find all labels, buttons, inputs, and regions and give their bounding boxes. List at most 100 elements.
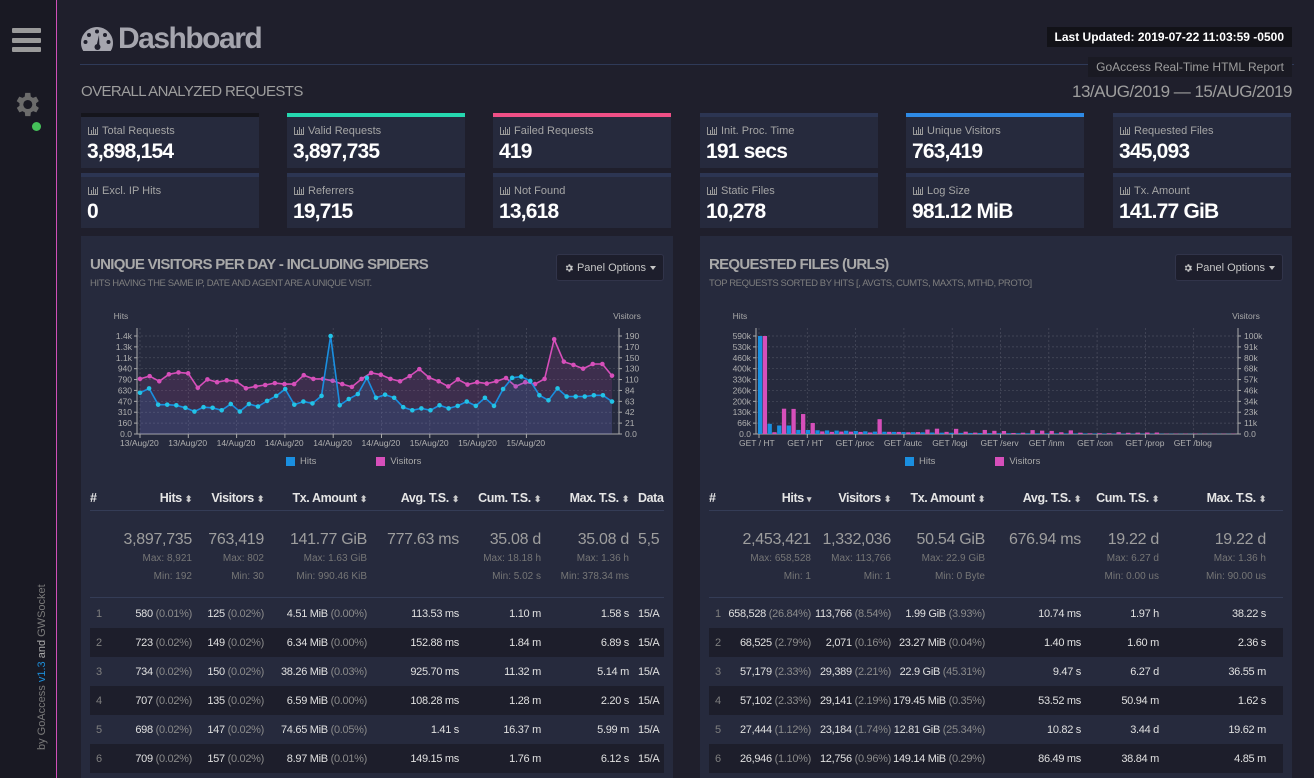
table-row[interactable]: 6 26,946 (1.10%) 12,756 (0.96%) 149.14 MiB …	[709, 744, 1283, 773]
cell-percent: (0.16%)	[854, 637, 892, 649]
bar-visitors	[1087, 433, 1093, 434]
data-point-visitors	[282, 381, 287, 387]
cell-tx: 6.59 MiB (0.00%)	[287, 695, 368, 707]
cell-value: 23.27 MiB	[898, 637, 946, 649]
bar-visitors	[858, 431, 863, 434]
bar-chart-icon	[1120, 187, 1130, 195]
legend-item-visitors[interactable]: Visitors	[995, 456, 1040, 467]
legend-item-visitors[interactable]: Visitors	[376, 456, 421, 467]
gwsocket-link[interactable]: GWSocket	[36, 584, 48, 637]
cell-visitors: 147 (0.02%)	[207, 724, 264, 736]
metric-label-text: Static Files	[721, 185, 775, 197]
hamburger-menu-icon[interactable]	[12, 28, 41, 52]
data-point-visitors	[176, 370, 181, 375]
y-tick-label: 470	[118, 396, 132, 406]
column-header-tx[interactable]: Tx. Amount ⬍	[292, 491, 367, 505]
metric-label-text: Log Size	[927, 185, 970, 197]
table-header: # Hits ⬍ Visitors ⬍ Tx. Amount ⬍ Avg. T.S. …	[90, 481, 664, 511]
cell-cum: 1.28 m	[509, 695, 541, 707]
column-header-max[interactable]: Max. T.S. ⬍	[1207, 491, 1267, 505]
table-row[interactable]: 3 57,179 (2.33%) 29,389 (2.21%) 22.9 GiB (4…	[709, 657, 1283, 686]
metric-label: Requested Files	[1120, 125, 1214, 137]
column-header-hits[interactable]: Hits ▾	[782, 491, 812, 505]
column-header-avg[interactable]: Avg. T.S. ⬍	[401, 491, 460, 505]
data-point-visitors	[417, 366, 422, 372]
data-point-hits	[546, 397, 551, 403]
data-point-visitors	[262, 382, 268, 388]
cell-visitors: 150 (0.02%)	[207, 666, 264, 678]
cell-value: 1.40 ms	[1043, 637, 1081, 649]
cell-max: 5.14 m	[597, 666, 629, 678]
metric-label: Total Requests	[88, 125, 175, 137]
cell-value: 29,141	[819, 695, 852, 707]
panel-chart: Hits Visitors 0.0 160 310 470 630 790 940 1.1k 1.3…	[81, 306, 673, 471]
cell-value: 6.27 d	[1130, 666, 1159, 678]
bar-hits	[949, 432, 954, 434]
table-row[interactable]: 1 658,528 (26.84%) 113,766 (8.54%) 1.99 GiB…	[709, 599, 1283, 628]
row-index: 5	[96, 724, 102, 736]
cell-percent: (0.02%)	[155, 695, 193, 707]
sort-icon: ▾	[806, 494, 812, 504]
bar-visitors	[1135, 432, 1140, 434]
column-header-data[interactable]: Data	[638, 491, 664, 505]
sidebar: by GoAccess v1.3 and GWSocket	[0, 0, 57, 778]
column-header-visitors[interactable]: Visitors ⬍	[838, 491, 891, 505]
table-row[interactable]: 6 709 (0.02%) 157 (0.02%) 8.97 MiB (0.01%) 1…	[90, 744, 664, 773]
column-header-visitors[interactable]: Visitors ⬍	[211, 491, 264, 505]
summary-total: 19.22 d	[1214, 531, 1267, 548]
y2-tick-label: 21	[625, 418, 635, 428]
gear-icon[interactable]	[11, 89, 42, 120]
metric-card: Referrers 19,715	[287, 173, 465, 228]
legend-item-hits[interactable]: Hits	[286, 456, 316, 467]
bar-hits	[824, 430, 830, 434]
cell-value: 580	[135, 608, 153, 620]
panel-options-button[interactable]: Panel Options	[556, 254, 664, 281]
table-row[interactable]: 2 723 (0.02%) 149 (0.02%) 6.34 MiB (0.00%) 1…	[90, 628, 664, 657]
cell-value: 2,071	[825, 637, 852, 649]
column-header-tx[interactable]: Tx. Amount ⬍	[910, 491, 985, 505]
summary-min: Min: 0 Byte	[934, 571, 985, 582]
data-point-hits	[455, 403, 460, 409]
data-point-visitors	[407, 373, 413, 379]
data-point-hits	[600, 392, 606, 398]
data-point-hits	[382, 392, 388, 397]
table-row[interactable]: 5 698 (0.02%) 147 (0.02%) 74.65 MiB (0.05%)…	[90, 715, 664, 744]
x-tick-label: 13/Aug/20	[168, 438, 207, 448]
cell-visitors: 29,389 (2.21%)	[820, 666, 891, 678]
column-header-idx[interactable]: #	[90, 491, 97, 505]
cell-value: 709	[135, 753, 153, 765]
cog-icon	[1184, 263, 1192, 272]
cell-percent: (0.02%)	[227, 608, 265, 620]
panel-chart: Hits Visitors 0.0 66k 130k 200k 260k 330k 400k 46…	[700, 306, 1292, 471]
table-row[interactable]: 1 580 (0.01%) 125 (0.02%) 4.51 MiB (0.00%) 1…	[90, 599, 664, 628]
cell-value: 179.45 MiB	[893, 695, 946, 707]
data-point-visitors	[436, 378, 441, 384]
y2-tick-label: 68k	[1244, 364, 1258, 374]
column-header-max[interactable]: Max. T.S. ⬍	[570, 491, 630, 505]
version-link[interactable]: v1.3	[36, 661, 48, 682]
summary-max: Max: 8,921	[142, 553, 192, 564]
column-header-idx[interactable]: #	[709, 491, 716, 505]
table-row[interactable]: 2 68,525 (2.79%) 2,071 (0.16%) 23.27 MiB (0…	[709, 628, 1283, 657]
column-header-avg[interactable]: Avg. T.S. ⬍	[1023, 491, 1082, 505]
table-row[interactable]: 5 27,444 (1.12%) 23,184 (1.74%) 12.81 GiB (…	[709, 715, 1283, 744]
column-header-hits[interactable]: Hits ⬍	[160, 491, 193, 505]
cell-max: 1.62 s	[1238, 695, 1266, 707]
table-row[interactable]: 4 707 (0.02%) 135 (0.02%) 6.59 MiB (0.00%) 1…	[90, 686, 664, 715]
bar-visitors	[906, 432, 911, 434]
panel-options-button[interactable]: Panel Options	[1175, 254, 1283, 281]
cell-max: 5.99 m	[597, 724, 629, 736]
data-point-hits	[473, 403, 479, 409]
cell-avg: 9.47 s	[1053, 666, 1081, 678]
column-header-cum[interactable]: Cum. T.S. ⬍	[478, 491, 541, 505]
table-row[interactable]: 4 57,102 (2.33%) 29,141 (2.19%) 179.45 MiB …	[709, 686, 1283, 715]
sort-icon: ⬍	[883, 494, 892, 504]
cell-tx: 8.97 MiB (0.01%)	[287, 753, 368, 765]
column-header-label: #	[90, 491, 97, 505]
cell-hits: 707 (0.02%)	[135, 695, 192, 707]
table-row[interactable]: 3 734 (0.02%) 150 (0.02%) 38.26 MiB (0.03%)…	[90, 657, 664, 686]
legend-item-hits[interactable]: Hits	[905, 456, 935, 467]
y2-tick-label: 190	[625, 331, 639, 341]
bar-visitors	[1030, 430, 1035, 434]
column-header-cum[interactable]: Cum. T.S. ⬍	[1096, 491, 1159, 505]
